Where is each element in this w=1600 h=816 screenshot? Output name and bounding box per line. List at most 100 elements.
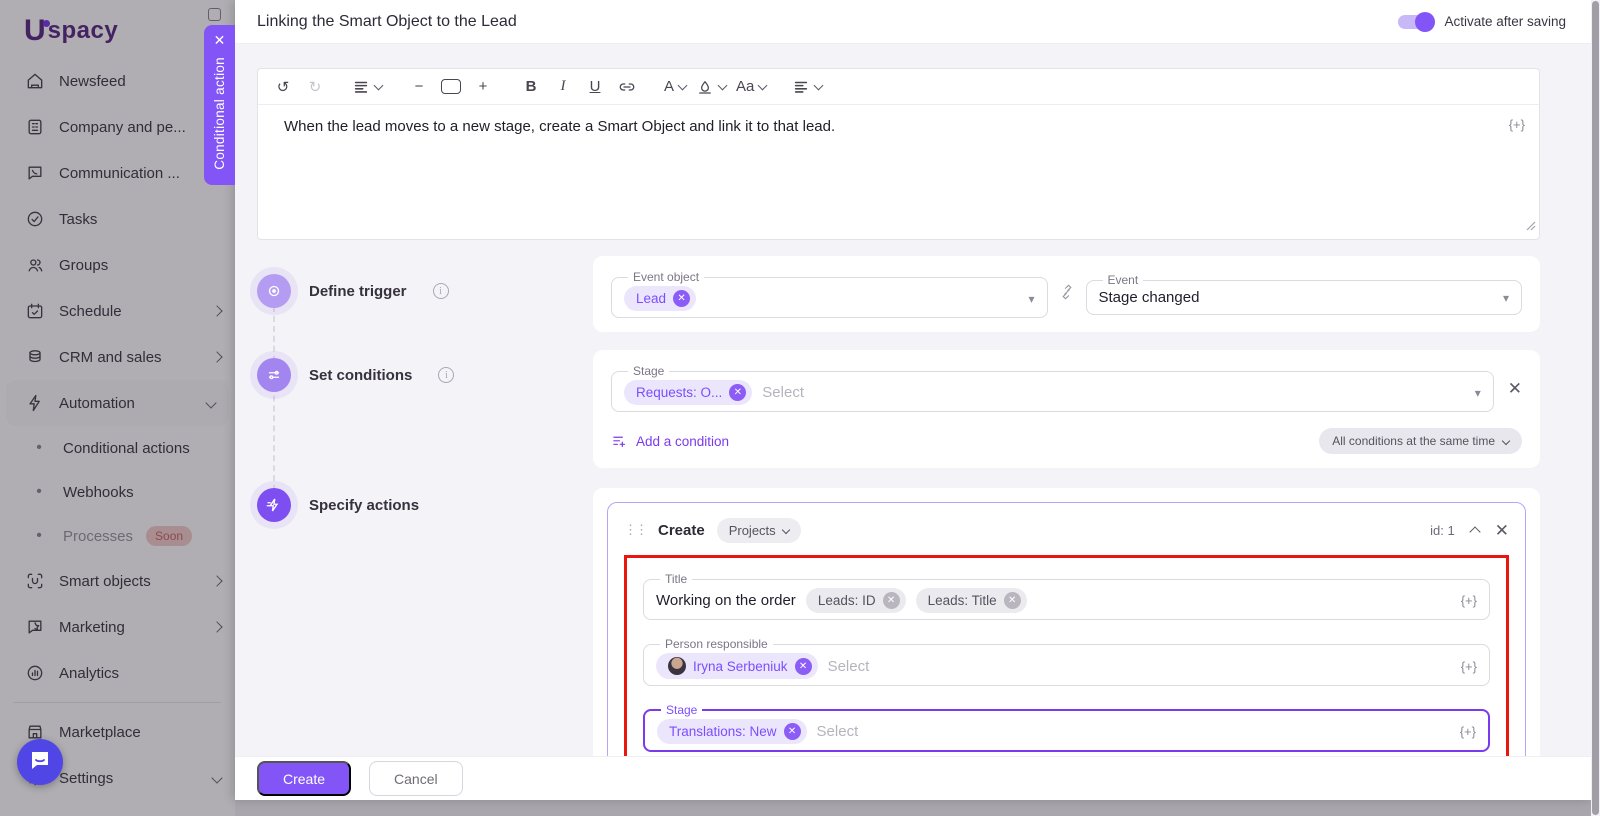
entity-select[interactable]: Projects <box>717 518 801 543</box>
trigger-step-icon <box>257 274 291 308</box>
remove-condition-icon[interactable]: ✕ <box>1508 380 1522 397</box>
chat-widget-button[interactable] <box>17 739 63 785</box>
conditions-step-icon <box>257 358 291 392</box>
collapse-action-icon[interactable] <box>1469 526 1480 537</box>
app-root: U spacy Newsfeed Company and pe... Commu… <box>0 0 1600 816</box>
event-field[interactable]: Event Stage changed ▾ <box>1086 273 1523 315</box>
editor-text[interactable]: When the lead moves to a new stage, crea… <box>258 105 1539 239</box>
event-value: Stage changed <box>1099 289 1200 306</box>
activate-toggle[interactable] <box>1398 15 1432 29</box>
underline-button[interactable]: U <box>582 74 608 100</box>
dropdown-arrow-icon[interactable]: ▾ <box>1475 386 1481 400</box>
chat-bubble-icon <box>28 748 52 777</box>
italic-button[interactable]: I <box>550 74 576 100</box>
page-scrollbar[interactable] <box>1591 0 1600 816</box>
chip-requests-stage[interactable]: Requests: O... ✕ <box>624 380 752 405</box>
toggle-label: Activate after saving <box>1444 14 1566 29</box>
toggle-knob <box>1415 12 1435 32</box>
add-condition-button[interactable]: Add a condition <box>611 433 729 450</box>
condition-stage-field[interactable]: Stage Requests: O... ✕ Select ▾ <box>611 364 1494 412</box>
insert-variable-token[interactable]: {+} <box>1461 659 1477 674</box>
chip-iryna-serbeniuk[interactable]: Iryna Serbeniuk ✕ <box>656 653 818 679</box>
remove-action-icon[interactable]: ✕ <box>1495 522 1509 539</box>
workflow-content: Define trigger i Set conditions i Specif… <box>257 256 1540 756</box>
create-action-block: ⋮⋮ Create Projects id: 1 ✕ <box>607 502 1526 756</box>
title-field[interactable]: Title Working on the order Leads: ID ✕ L… <box>643 572 1490 620</box>
insert-variable-token[interactable]: {+} <box>1460 724 1476 739</box>
modal-footer: Create Cancel <box>235 756 1592 800</box>
font-color-button[interactable]: A <box>662 74 688 100</box>
create-button[interactable]: Create <box>257 761 351 796</box>
insert-link-button[interactable] <box>614 74 640 100</box>
remove-chip-icon[interactable]: ✕ <box>1004 592 1021 609</box>
remove-chip-icon[interactable]: ✕ <box>729 384 746 401</box>
conditional-action-tab[interactable]: ✕ Conditional action <box>204 25 235 185</box>
conditions-card: Stage Requests: O... ✕ Select ▾ ✕ <box>593 350 1540 468</box>
chip-leads-title[interactable]: Leads: Title ✕ <box>916 588 1027 613</box>
highlighted-fields-region: Title Working on the order Leads: ID ✕ L… <box>624 555 1509 756</box>
remove-chip-icon[interactable]: ✕ <box>784 723 801 740</box>
editor-toolbar: ↺ ↻ − + B I U A Aa <box>258 69 1539 105</box>
modal-header: Linking the Smart Object to the Lead Act… <box>235 0 1592 44</box>
action-type-label: Create <box>658 522 705 539</box>
chip-lead[interactable]: Lead ✕ <box>624 286 696 311</box>
step-specify-actions: Specify actions <box>257 488 419 522</box>
paragraph-format-button[interactable] <box>350 74 384 100</box>
dropdown-arrow-icon[interactable]: ▾ <box>1028 292 1034 306</box>
bold-button[interactable]: B <box>518 74 544 100</box>
cancel-button[interactable]: Cancel <box>369 761 463 796</box>
chevron-down-icon <box>1502 437 1510 445</box>
insert-variable-token[interactable]: {+} <box>1509 117 1525 132</box>
text-case-button[interactable]: Aa <box>734 74 768 100</box>
drag-handle-icon[interactable]: ⋮⋮ <box>624 522 646 538</box>
info-icon[interactable]: i <box>433 283 449 299</box>
description-editor[interactable]: ↺ ↻ − + B I U A Aa <box>257 68 1540 240</box>
conditional-action-modal: ✕ Conditional action Linking the Smart O… <box>235 0 1592 800</box>
remove-chip-icon[interactable]: ✕ <box>673 290 690 307</box>
undo-button[interactable]: ↺ <box>270 74 296 100</box>
decrease-font-size-button[interactable]: − <box>406 74 432 100</box>
chevron-down-icon <box>374 80 384 90</box>
chip-leads-id[interactable]: Leads: ID ✕ <box>806 588 906 613</box>
activate-toggle-group: Activate after saving <box>1398 14 1566 29</box>
chevron-down-icon <box>781 526 789 534</box>
avatar <box>668 657 686 675</box>
info-icon[interactable]: i <box>438 367 454 383</box>
increase-font-size-button[interactable]: + <box>470 74 496 100</box>
step-set-conditions: Set conditions i <box>257 358 454 392</box>
page-title: Linking the Smart Object to the Lead <box>257 13 1398 31</box>
insert-variable-token[interactable]: {+} <box>1461 593 1477 608</box>
stage-field[interactable]: Stage Translations: New ✕ Select {+} <box>643 703 1490 752</box>
remove-chip-icon[interactable]: ✕ <box>795 658 812 675</box>
resize-handle-icon[interactable] <box>1526 218 1536 236</box>
step-define-trigger: Define trigger i <box>257 274 449 308</box>
actions-step-icon <box>257 488 291 522</box>
text-align-button[interactable] <box>790 74 824 100</box>
event-object-field[interactable]: Event object Lead ✕ ▾ <box>611 270 1048 318</box>
conditions-mode-select[interactable]: All conditions at the same time <box>1319 428 1522 454</box>
actions-card: ⋮⋮ Create Projects id: 1 ✕ <box>593 488 1540 756</box>
redo-button[interactable]: ↻ <box>302 74 328 100</box>
chevron-down-icon <box>758 80 768 90</box>
font-size-box-icon <box>441 79 461 94</box>
chip-translations-new[interactable]: Translations: New ✕ <box>657 719 807 744</box>
scrollbar-thumb[interactable] <box>1592 1 1599 815</box>
action-id-label: id: 1 <box>1430 523 1455 538</box>
chevron-down-icon <box>814 80 824 90</box>
person-responsible-field[interactable]: Person responsible Iryna Serbeniuk ✕ Sel… <box>643 637 1490 686</box>
trigger-card: Event object Lead ✕ ▾ Event Stage change… <box>593 256 1540 332</box>
stepper-connector <box>273 296 275 511</box>
remove-chip-icon[interactable]: ✕ <box>883 592 900 609</box>
dropdown-arrow-icon[interactable]: ▾ <box>1503 291 1509 305</box>
modal-body: ↺ ↻ − + B I U A Aa <box>235 44 1592 756</box>
title-text[interactable]: Working on the order <box>656 592 796 609</box>
font-size-box-button[interactable] <box>438 74 464 100</box>
link-icon <box>1058 283 1076 306</box>
workflow-cards: Event object Lead ✕ ▾ Event Stage change… <box>593 256 1540 756</box>
chevron-down-icon <box>718 80 728 90</box>
highlight-color-button[interactable] <box>694 74 728 100</box>
workflow-stepper: Define trigger i Set conditions i Specif… <box>257 256 593 756</box>
close-icon[interactable]: ✕ <box>214 33 226 47</box>
tab-label: Conditional action <box>212 57 227 170</box>
chevron-down-icon <box>678 80 688 90</box>
